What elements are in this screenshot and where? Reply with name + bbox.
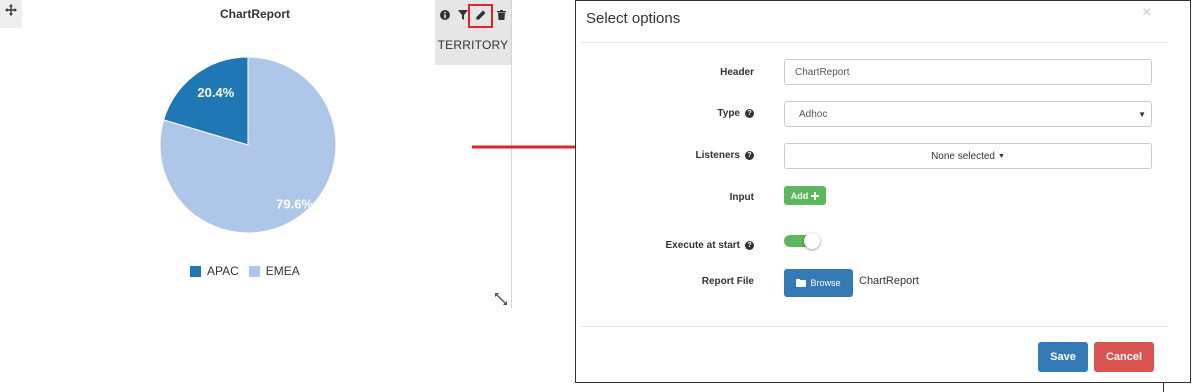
pie-value-label: 79.6% (276, 197, 313, 212)
save-button[interactable]: Save (1038, 342, 1088, 372)
type-select-value: Adhoc (799, 108, 828, 120)
listeners-value: None selected (931, 150, 995, 162)
header-label: Header (720, 67, 754, 78)
legend-label[interactable]: APAC (207, 264, 239, 278)
select-options-modal: Select options × Header ChartReport Type… (575, 0, 1191, 383)
listeners-label: Listeners ? (696, 150, 754, 161)
trash-icon[interactable] (494, 8, 508, 22)
folder-icon (796, 279, 807, 287)
report-file-label: Report File (702, 276, 754, 287)
execute-label-text: Execute at start (665, 240, 740, 251)
report-file-label-text: Report File (701, 276, 754, 287)
chart-legend: APAC EMEA (190, 264, 300, 278)
type-select[interactable]: Adhoc ▼ (784, 101, 1152, 127)
territory-label: TERRITORY (437, 38, 509, 52)
plus-icon (811, 191, 820, 200)
type-label: Type ? (717, 108, 754, 119)
input-label: Input (730, 192, 754, 203)
close-icon[interactable]: × (1142, 4, 1151, 22)
report-file-name: ChartReport (859, 275, 919, 287)
add-input-button[interactable]: Add (784, 186, 826, 205)
question-icon: ? (745, 151, 754, 160)
browse-button[interactable]: Browse (784, 269, 853, 297)
input-label-text: Input (729, 192, 754, 203)
header-input-value: ChartReport (795, 66, 850, 78)
toggle-knob (804, 233, 820, 249)
execute-label: Execute at start ? (666, 240, 754, 251)
info-icon[interactable] (438, 8, 452, 22)
type-label-text: Type (717, 108, 740, 119)
chart-widget: ChartReport TERRITORY 20.4% 79.6% APAC EME… (0, 0, 512, 308)
caret-down-icon: ▼ (998, 152, 1005, 160)
question-icon: ? (745, 241, 754, 250)
widget-toolbar: TERRITORY (435, 0, 511, 65)
resize-handle-icon[interactable] (494, 292, 508, 309)
caret-down-icon: ▼ (1138, 110, 1146, 119)
header-divider (581, 42, 1167, 43)
chart-title: ChartReport (219, 7, 290, 21)
question-icon: ? (745, 109, 754, 118)
header-input[interactable]: ChartReport (784, 59, 1152, 85)
legend-label[interactable]: EMEA (266, 264, 300, 278)
footer-divider (581, 326, 1167, 327)
legend-swatch (190, 265, 201, 277)
edit-highlight-box (468, 4, 493, 28)
legend-swatch (248, 265, 260, 277)
cancel-button[interactable]: Cancel (1094, 342, 1154, 372)
move-handle-icon[interactable] (0, 0, 22, 28)
browse-label: Browse (810, 278, 841, 288)
pie-chart: 20.4% 79.6% (159, 56, 337, 234)
pie-value-label: 20.4% (197, 85, 234, 100)
window-edge (1163, 383, 1164, 392)
listeners-multiselect[interactable]: None selected ▼ (784, 143, 1152, 169)
header-label-text: Header (720, 67, 754, 78)
execute-toggle[interactable] (784, 233, 820, 249)
listeners-label-text: Listeners (695, 150, 740, 161)
add-button-label: Add (790, 190, 809, 201)
modal-title: Select options (586, 10, 681, 27)
